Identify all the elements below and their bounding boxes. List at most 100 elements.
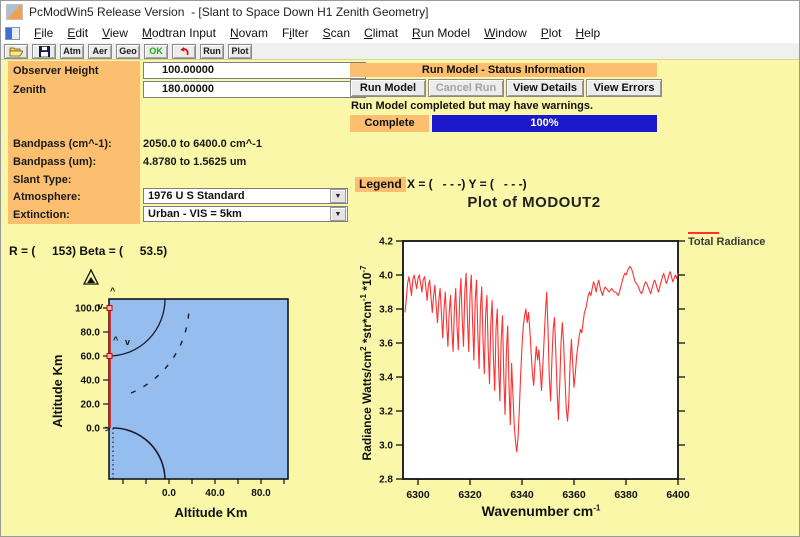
app-window: PcModWin5 Release Version - [Slant to Sp…: [0, 0, 800, 537]
atmosphere-label: Atmosphere:: [13, 191, 81, 203]
extinction-selected-value: Urban - VIS = 5km: [148, 208, 242, 220]
bandpass-cm-value: 2050.0 to 6400.0 cm^-1: [143, 138, 262, 150]
chevron-down-icon[interactable]: ▼: [330, 207, 346, 221]
zenith-input[interactable]: 180.00000: [143, 81, 366, 98]
run-model-button[interactable]: Run Model: [350, 79, 426, 97]
spec-xlabel-main: Wavenumber cm: [481, 503, 594, 519]
menu-window[interactable]: Window: [478, 26, 535, 40]
slant-geometry-plot: 0.0 40.0 80.0 0.0 20.0 40.0 60.0 80.0 100.0 ^ v ^ v >: [75, 268, 289, 499]
direction-arrow: ^: [113, 335, 119, 345]
toolbar: Atm Aer Geo OK Run Plot: [1, 43, 799, 60]
y-tick-label: 3.8: [379, 305, 393, 316]
zenith-label: Zenith: [13, 84, 46, 96]
window-title: PcModWin5 Release Version - [Slant to Sp…: [29, 5, 429, 19]
spec-plot-area: [402, 240, 679, 480]
y-tick-label: 40.0: [81, 376, 101, 387]
direction-arrow: v: [125, 337, 130, 347]
x-tick-label: 6340: [510, 489, 534, 501]
menu-novam[interactable]: Novam: [224, 26, 276, 40]
direction-arrow: v: [98, 301, 103, 311]
cancel-run-button: Cancel Run: [428, 79, 504, 97]
spec-ylabel-mul: *10: [360, 272, 374, 294]
legend-xy-readout: X = ( - - -) Y = ( - - -): [407, 177, 527, 191]
y-tick-label: 20.0: [81, 400, 101, 411]
y-tick-label: 4.0: [379, 271, 393, 282]
complete-badge: Complete: [350, 115, 429, 132]
menu-help[interactable]: Help: [569, 26, 608, 40]
y-tick-label: 100.0: [75, 304, 100, 315]
progress-bar: 100%: [432, 115, 657, 132]
geo-y-axis-title: Altitude Km: [50, 354, 65, 428]
path-node-square: [106, 353, 113, 359]
plot-title: Plot of MODOUT2: [467, 194, 601, 211]
menu-scan[interactable]: Scan: [317, 26, 358, 40]
menu-plot[interactable]: Plot: [535, 26, 570, 40]
extinction-label: Extinction:: [13, 209, 70, 221]
menu-bar: File Edit View Modtran Input Novam Filter Scan…: [1, 23, 799, 43]
status-panel-header: Run Model - Status Information: [350, 63, 657, 77]
menu-run-model[interactable]: Run Model: [406, 26, 478, 40]
bandpass-um-value: 4.8780 to 1.5625 um: [143, 156, 247, 168]
y-tick-label: 2.8: [379, 475, 393, 486]
chevron-down-icon[interactable]: ▼: [330, 189, 346, 203]
open-folder-icon: [9, 46, 23, 57]
aer-button[interactable]: Aer: [88, 43, 112, 59]
y-tick-label: 60.0: [81, 352, 101, 363]
extinction-dropdown[interactable]: Urban - VIS = 5km ▼: [143, 206, 348, 222]
undo-arrow-icon: [178, 46, 190, 57]
y-tick-label: 0.0: [86, 424, 100, 435]
status-message: Run Model completed but may have warning…: [351, 100, 594, 112]
atmosphere-dropdown[interactable]: 1976 U S Standard ▼: [143, 188, 348, 204]
x-tick-label: 0.0: [162, 488, 176, 499]
slant-type-label: Slant Type:: [13, 174, 72, 186]
bandpass-cm-label: Bandpass (cm^-1):: [13, 138, 112, 150]
ok-button-label: OK: [149, 46, 163, 56]
menu-file[interactable]: File: [28, 26, 61, 40]
direction-arrow: >: [105, 424, 110, 434]
r-beta-readout: R = ( 153) Beta = ( 53.5): [9, 244, 168, 258]
document-icon[interactable]: [5, 26, 20, 40]
observer-height-label: Observer Height: [13, 65, 99, 77]
geo-button[interactable]: Geo: [116, 43, 140, 59]
menu-view[interactable]: View: [96, 26, 136, 40]
legend-series-label: Total Radiance: [688, 236, 766, 248]
spec-y-axis-title: Radiance Watts/cm2 *str*cm-1 *10-7: [359, 243, 375, 483]
y-tick-label: 3.2: [379, 407, 393, 418]
menu-filter[interactable]: Filter: [276, 26, 317, 40]
geo-button-label: Geo: [119, 46, 137, 56]
run-button[interactable]: Run: [200, 43, 224, 59]
aer-button-label: Aer: [92, 46, 108, 56]
y-tick-label: 3.4: [379, 373, 393, 384]
menu-modtran-input[interactable]: Modtran Input: [136, 26, 224, 40]
view-errors-button[interactable]: View Errors: [586, 79, 662, 97]
atm-button-label: Atm: [63, 46, 81, 56]
x-tick-label: 6400: [666, 489, 690, 501]
save-button[interactable]: [32, 43, 56, 59]
undo-button[interactable]: [172, 43, 196, 59]
menu-climat[interactable]: Climat: [358, 26, 406, 40]
geo-x-axis-title: Altitude Km: [174, 505, 248, 520]
spec-ylabel-main: Radiance Watts/cm: [360, 350, 374, 461]
atm-button[interactable]: Atm: [60, 43, 84, 59]
y-tick-label: 3.6: [379, 339, 393, 350]
x-tick-label: 6360: [562, 489, 586, 501]
triangle-marker-fill: [87, 277, 95, 283]
ok-button[interactable]: OK: [144, 43, 168, 59]
plot-button[interactable]: Plot: [228, 43, 252, 59]
x-tick-label: 6380: [614, 489, 638, 501]
spec-x-axis-title: Wavenumber cm-1: [431, 503, 651, 519]
x-tick-label: 40.0: [205, 488, 225, 499]
save-floppy-icon: [38, 45, 50, 57]
observer-height-input[interactable]: 100.00000: [143, 62, 366, 79]
plot-button-label: Plot: [231, 46, 249, 56]
x-tick-label: 6320: [458, 489, 482, 501]
spec-ylabel-sup1: 2: [359, 346, 368, 351]
spectrum-plot: 2.8 3.0 3.2 3.4 3.6 3.8 4.0 4.2 6300 6320 6340 6360…: [379, 237, 690, 502]
spec-xlabel-sup: -1: [593, 503, 601, 513]
legend-chip: Legend: [355, 177, 406, 192]
title-bar: PcModWin5 Release Version - [Slant to Sp…: [1, 1, 799, 23]
open-button[interactable]: [4, 43, 28, 59]
spec-ylabel-sup2: -1: [359, 293, 368, 302]
view-details-button[interactable]: View Details: [506, 79, 584, 97]
menu-edit[interactable]: Edit: [61, 26, 96, 40]
